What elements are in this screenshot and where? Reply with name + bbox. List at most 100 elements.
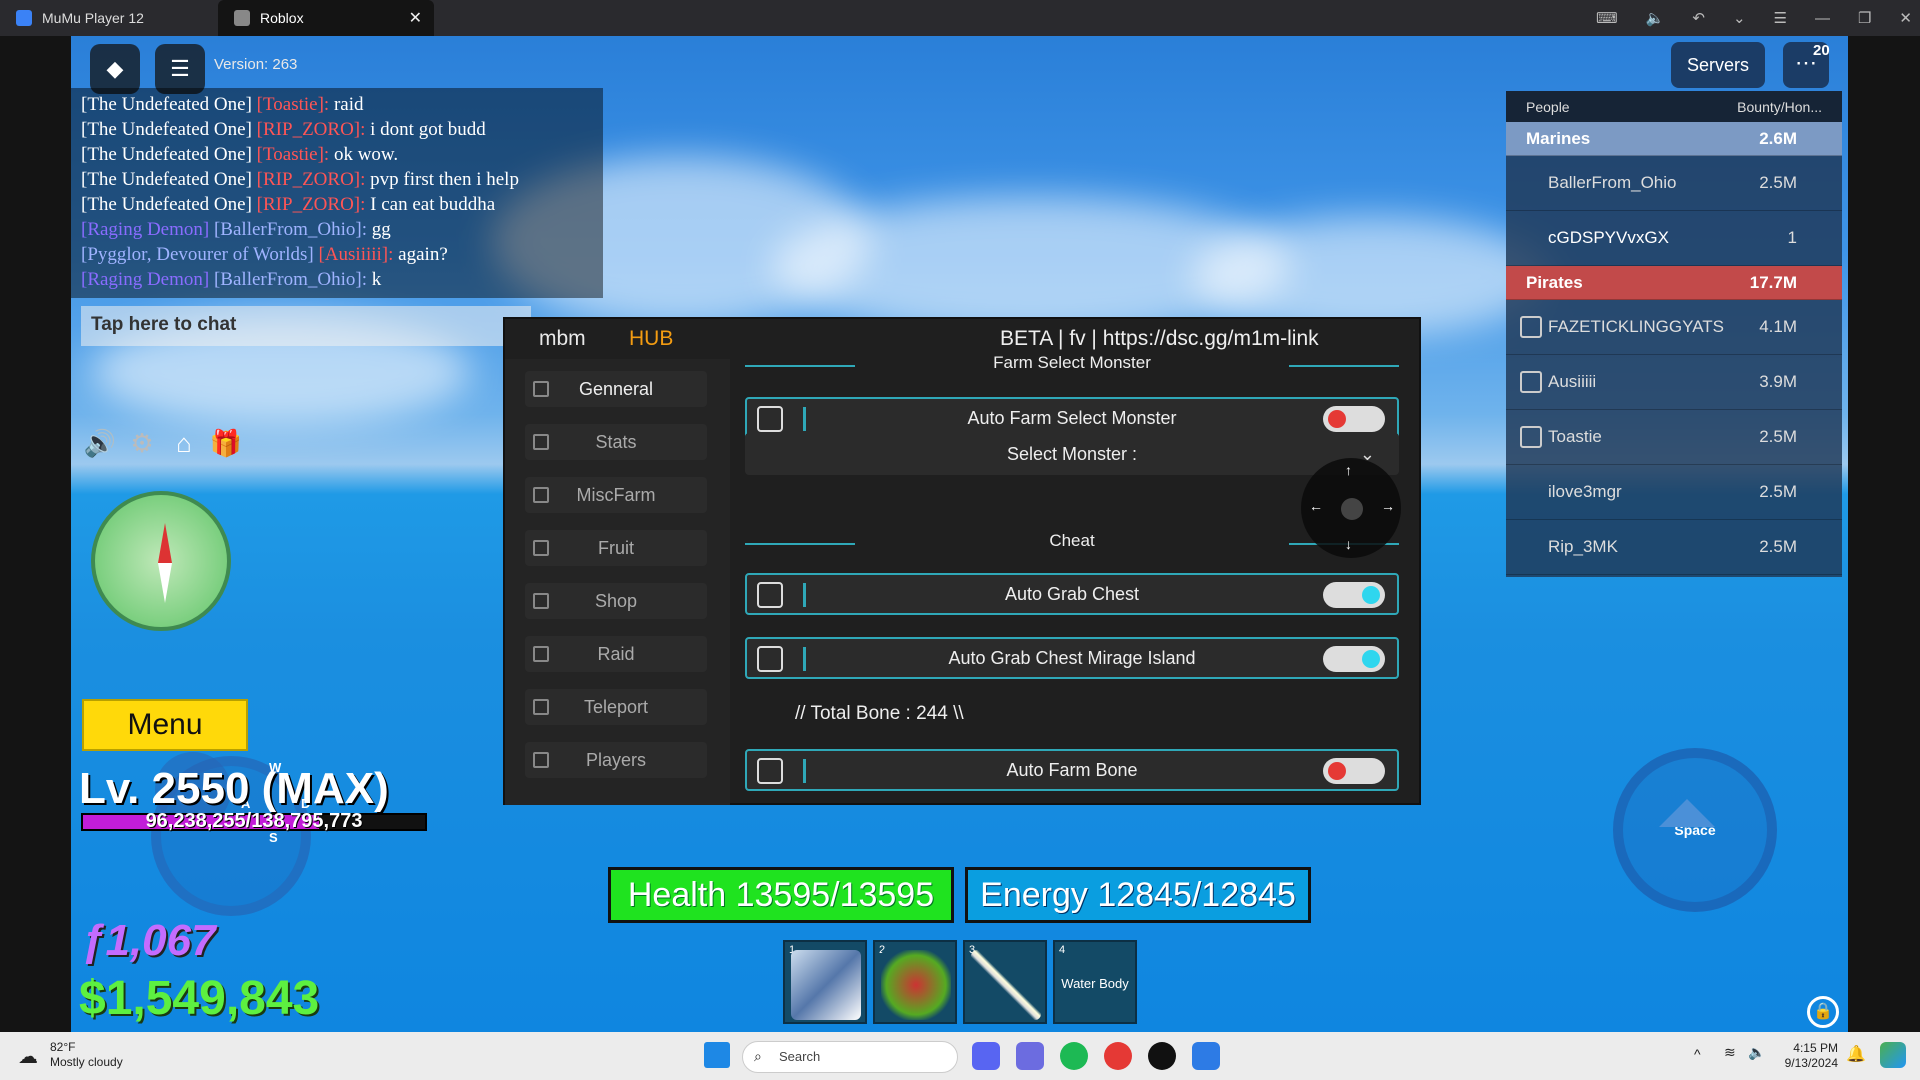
home-icon[interactable]: ⌂	[167, 426, 201, 460]
auto-farm-bone-row[interactable]: Auto Farm Bone	[745, 749, 1399, 791]
dpad-center[interactable]	[1341, 498, 1363, 520]
arrow-right-icon[interactable]: →	[1381, 498, 1395, 514]
energy-bar: Energy 12845/12845	[965, 867, 1311, 923]
chat-line: [Pygglor, Devourer of Worlds] [Ausiiiii]…	[81, 244, 448, 265]
section-cheat: Cheat	[745, 531, 1399, 555]
nav-icon	[533, 434, 549, 450]
notification-count: 20	[1813, 42, 1830, 59]
gear-icon[interactable]: ⚙	[125, 426, 159, 460]
notification-bell-icon[interactable]: 🔔	[1846, 1044, 1866, 1064]
taskbar-search-input[interactable]: Search	[742, 1041, 958, 1073]
tab-mumu-player[interactable]: MuMu Player 12	[0, 0, 214, 36]
arrow-up-icon[interactable]: ↑	[1345, 462, 1352, 478]
speaker-icon[interactable]: 🔊	[83, 426, 117, 460]
inventory-slot-3[interactable]: 3	[963, 940, 1047, 1024]
toggle-knob	[1328, 410, 1346, 428]
volume-icon[interactable]: 🔈	[1646, 9, 1665, 27]
feature-divider	[803, 759, 806, 783]
auto-grab-chest-mirage-toggle[interactable]	[1323, 646, 1385, 672]
lock-icon[interactable]: 🔒	[1807, 996, 1839, 1028]
player-row[interactable]: FAZETICKLINGGYATS 4.1M	[1506, 300, 1842, 355]
player-row[interactable]: BallerFrom_Ohio 2.5M	[1506, 156, 1842, 211]
auto-farm-select-monster-toggle[interactable]	[1323, 406, 1385, 432]
inventory-slot-2[interactable]: 2	[873, 940, 957, 1024]
opera-icon[interactable]	[1104, 1042, 1132, 1070]
team-row-marines[interactable]: Marines 2.6M	[1506, 122, 1842, 156]
spotify-icon[interactable]	[1060, 1042, 1088, 1070]
emulator-left-margin	[0, 36, 71, 1032]
money-counter: $1,549,843	[79, 972, 320, 1025]
health-bar: Health 13595/13595	[608, 867, 954, 923]
minimize-icon[interactable]: —	[1815, 10, 1830, 27]
tab-title: Roblox	[260, 10, 304, 26]
keyboard-icon[interactable]: ⌨	[1596, 9, 1618, 27]
volume-tray-icon[interactable]: 🔈	[1748, 1044, 1765, 1061]
menu-button[interactable]: Menu	[82, 699, 248, 751]
arrow-down-icon[interactable]: ↓	[1345, 536, 1352, 552]
nav-icon	[533, 699, 549, 715]
wifi-icon[interactable]: ≋	[1724, 1044, 1736, 1061]
chat-line: [The Undefeated One] [RIP_ZORO]: i dont …	[81, 119, 486, 140]
restore-icon[interactable]: ❐	[1858, 9, 1871, 27]
player-row[interactable]: Toastie 2.5M	[1506, 410, 1842, 465]
chat-line: [Raging Demon] [BallerFrom_Ohio]: k	[81, 269, 382, 290]
nav-icon	[533, 540, 549, 556]
app-icon[interactable]	[1016, 1042, 1044, 1070]
undo-icon[interactable]: ↶	[1692, 9, 1705, 27]
nav-genneral[interactable]: Genneral	[525, 371, 707, 407]
close-tab-icon[interactable]: ✕	[409, 8, 422, 28]
player-badge-icon	[1520, 426, 1542, 448]
hub-title: mbm	[539, 327, 586, 350]
nav-miscfarm[interactable]: MiscFarm	[525, 477, 707, 513]
jump-button[interactable]: Space	[1613, 748, 1777, 912]
leaderboard-header: People Bounty/Hon...	[1506, 91, 1842, 122]
window-controls: ⌨ 🔈 ↶ ⌄ ☰ — ❐ ✕	[1596, 0, 1912, 36]
nav-fruit[interactable]: Fruit	[525, 530, 707, 566]
discord-icon[interactable]	[972, 1042, 1000, 1070]
chevron-down-icon[interactable]: ⌄	[1733, 9, 1746, 27]
weather-cloud-icon[interactable]: ☁	[18, 1044, 38, 1069]
camera-dpad[interactable]: ↑ ↓ ← →	[1301, 458, 1401, 558]
xbox-icon[interactable]	[1148, 1042, 1176, 1070]
nav-stats[interactable]: Stats	[525, 424, 707, 460]
arrow-left-icon[interactable]: ←	[1309, 498, 1323, 514]
feature-icon	[757, 758, 783, 784]
weather-widget[interactable]: 82°F Mostly cloudy	[50, 1040, 123, 1070]
tab-roblox[interactable]: Roblox ✕	[218, 0, 434, 36]
game-viewport[interactable]: ◆ ☰ Version: 263 [The Undefeated One] [T…	[71, 36, 1848, 1032]
mumu-taskbar-icon[interactable]	[1192, 1042, 1220, 1070]
script-hub-panel[interactable]: mbm HUB BETA | fv | https://dsc.gg/m1m-l…	[503, 317, 1421, 805]
auto-grab-chest-toggle[interactable]	[1323, 582, 1385, 608]
auto-grab-chest-row[interactable]: Auto Grab Chest	[745, 573, 1399, 615]
version-label: Version: 263	[214, 56, 298, 73]
servers-button[interactable]: Servers	[1671, 42, 1765, 88]
nav-teleport[interactable]: Teleport	[525, 689, 707, 725]
inventory-slot-1[interactable]: 1	[783, 940, 867, 1024]
menu-icon[interactable]: ☰	[1774, 9, 1787, 27]
inventory-slot-4[interactable]: 4 Water Body	[1053, 940, 1137, 1024]
feature-icon	[757, 406, 783, 432]
close-window-icon[interactable]: ✕	[1899, 9, 1912, 27]
player-row[interactable]: cGDSPYVvxGX 1	[1506, 211, 1842, 266]
start-windows-icon[interactable]	[704, 1042, 730, 1068]
nav-shop[interactable]: Shop	[525, 583, 707, 619]
player-row[interactable]: ilove3mgr 2.5M	[1506, 465, 1842, 520]
player-row[interactable]: Rip_3MK 2.5M	[1506, 520, 1842, 575]
copilot-icon[interactable]	[1880, 1042, 1906, 1068]
player-row[interactable]: Ausiiiii 3.9M	[1506, 355, 1842, 410]
select-monster-dropdown[interactable]: Select Monster : ⌄	[745, 433, 1399, 475]
chat-line: [The Undefeated One] [Toastie]: ok wow.	[81, 144, 399, 165]
nav-players[interactable]: Players	[525, 742, 707, 778]
roblox-menu-button[interactable]: ◆	[90, 44, 140, 94]
auto-farm-bone-toggle[interactable]	[1323, 758, 1385, 784]
chat-toggle-button[interactable]: ☰	[155, 44, 205, 94]
total-bone-label: // Total Bone : 244 \\	[795, 703, 964, 724]
taskbar-clock[interactable]: 4:15 PM 9/13/2024	[1778, 1041, 1838, 1071]
gift-icon[interactable]: 🎁	[209, 426, 243, 460]
nav-icon	[533, 593, 549, 609]
auto-grab-chest-mirage-row[interactable]: Auto Grab Chest Mirage Island	[745, 637, 1399, 679]
nav-raid[interactable]: Raid	[525, 636, 707, 672]
chat-input[interactable]: Tap here to chat	[81, 306, 531, 346]
team-row-pirates[interactable]: Pirates 17.7M	[1506, 266, 1842, 300]
tray-chevron-up-icon[interactable]: ^	[1694, 1046, 1701, 1062]
